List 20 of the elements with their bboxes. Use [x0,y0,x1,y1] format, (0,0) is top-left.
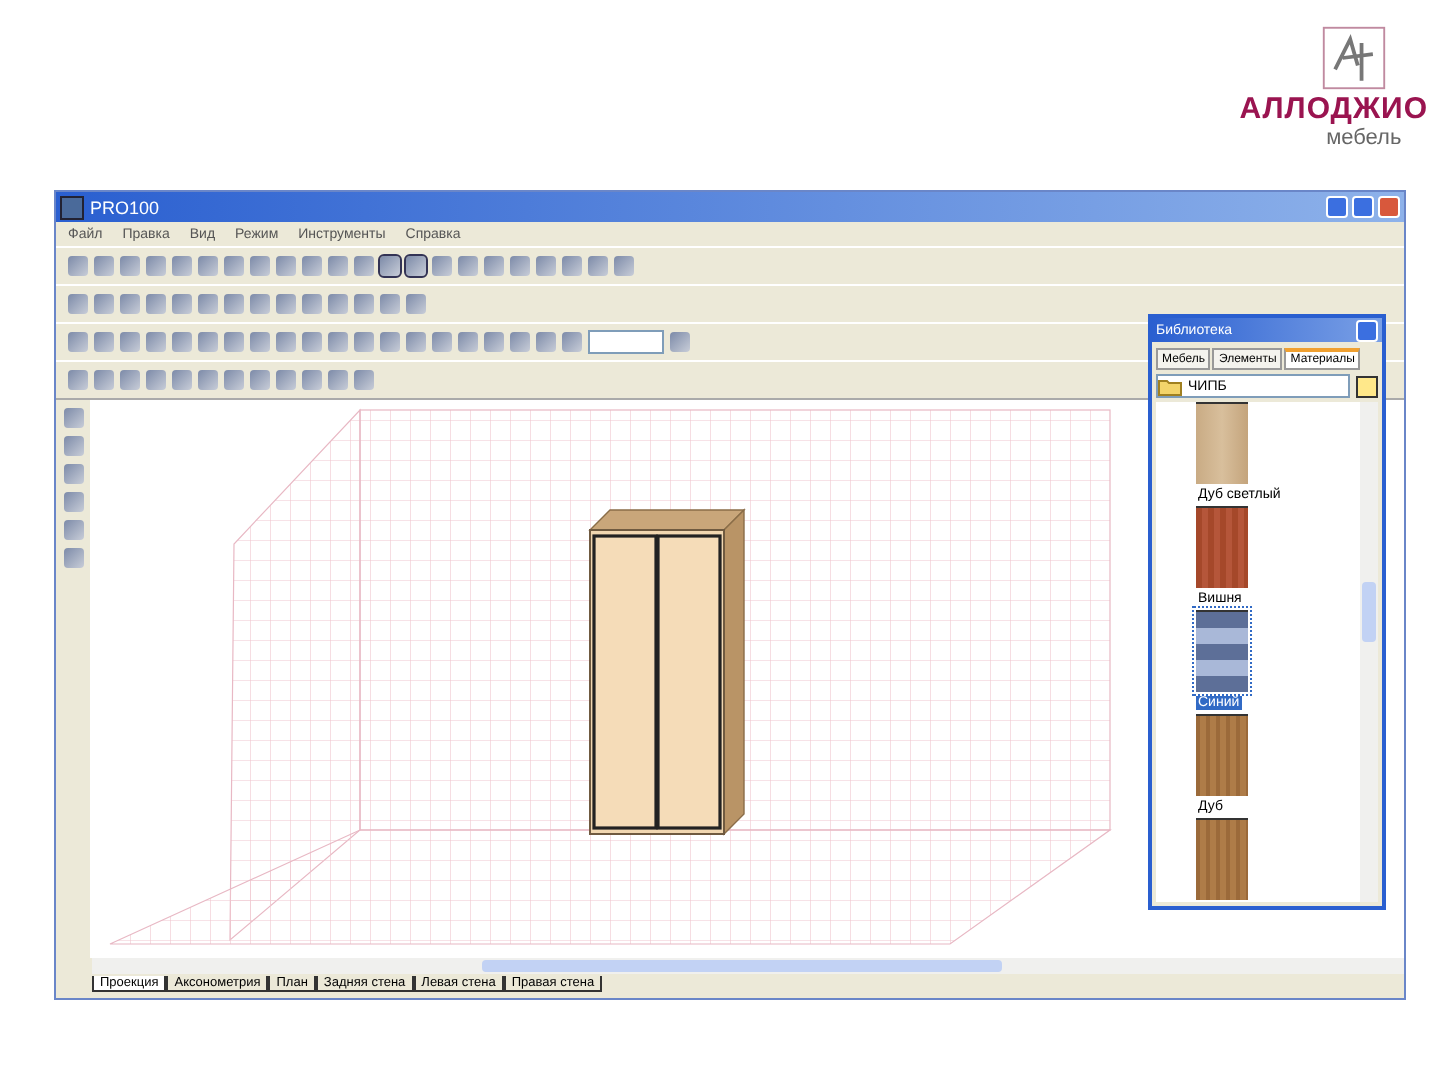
logo-name: АЛЛОДЖИО [1239,92,1428,126]
folder-up-icon[interactable] [1356,375,1378,397]
zoom-dropdown[interactable] [588,330,664,354]
tool-icon[interactable] [670,332,690,352]
material-swatch[interactable] [1196,610,1248,692]
scrollbar[interactable] [92,958,1404,974]
logo-tagline: мебель [1326,126,1402,150]
window-title: PRO100 [90,197,160,217]
minimize-button[interactable] [1326,196,1348,218]
material-swatch[interactable] [1196,714,1248,796]
material-swatch[interactable] [1196,818,1248,900]
close-button[interactable] [1378,196,1400,218]
material-swatch[interactable] [1196,402,1248,484]
folder-icon [1158,377,1182,395]
scrollbar[interactable] [1360,402,1378,902]
material-swatch[interactable] [1196,506,1248,588]
close-button[interactable] [1356,319,1378,341]
maximize-button[interactable] [1352,196,1374,218]
app-icon [60,195,84,219]
logo-icon [1319,24,1388,92]
